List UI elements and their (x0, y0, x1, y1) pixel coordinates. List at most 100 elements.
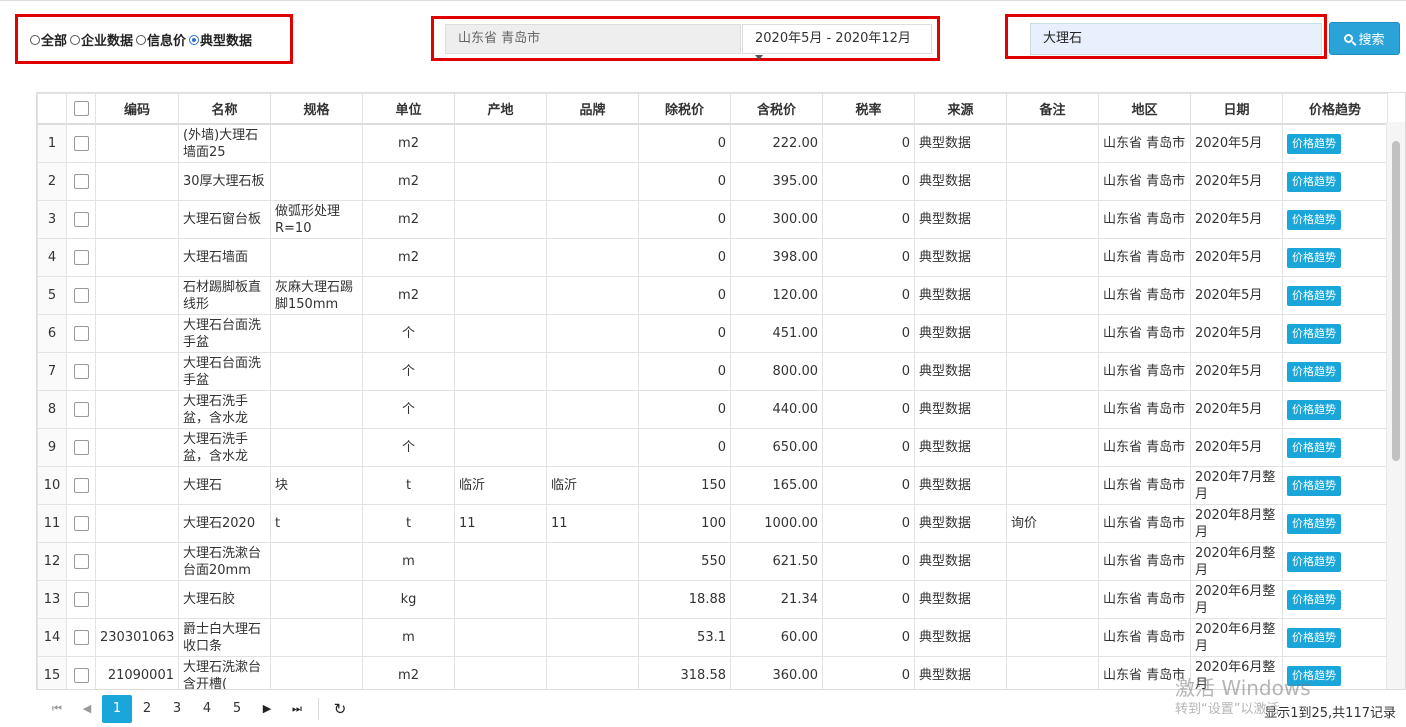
column-header[interactable]: 来源 (914, 93, 1007, 125)
table-row[interactable]: 7 大理石台面洗手盆个 0 800.00 0 典型数据 山东省 青岛市 2020年5月 价格趋势 (37, 352, 1388, 391)
page-button[interactable]: 1 (102, 694, 132, 723)
price-trend-button[interactable]: 价格趋势 (1287, 589, 1341, 610)
price-trend-button[interactable]: 价格趋势 (1287, 171, 1341, 192)
price-trend-button[interactable]: 价格趋势 (1287, 285, 1341, 306)
price-trend-button[interactable]: 价格趋势 (1287, 437, 1341, 458)
select-all-checkbox[interactable] (73, 101, 89, 116)
row-index: 7 (37, 352, 67, 391)
row-checkbox[interactable] (73, 402, 89, 417)
cell-unit: 个 (362, 314, 455, 353)
search-input[interactable]: 大理石 (1030, 23, 1322, 55)
page-button[interactable]: 5 (222, 695, 252, 723)
column-header[interactable]: 规格 (270, 93, 363, 125)
table-row[interactable]: 13 大理石胶 kg 18.88 21.34 0 典型数据 山东省 青岛市 2020年6月整月价… (37, 580, 1388, 619)
cell-origin (454, 200, 547, 239)
column-header[interactable]: 产地 (454, 93, 547, 125)
cell-date: 2020年5月 (1190, 314, 1283, 353)
column-header[interactable]: 地区 (1098, 93, 1191, 125)
filter-radio-label: 信息价 (147, 34, 187, 49)
date-range-picker[interactable]: 2020年5月 - 2020年12月 (742, 24, 932, 54)
cell-spec (270, 238, 363, 277)
column-header[interactable]: 除税价 (638, 93, 731, 125)
price-trend-button[interactable]: 价格趋势 (1287, 247, 1341, 268)
cell-region: 山东省 青岛市 (1098, 200, 1191, 239)
cell-origin (454, 618, 547, 657)
table-row[interactable]: 6 大理石台面洗手盆个 0 451.00 0 典型数据 山东省 青岛市 2020年5月 价格趋势 (37, 314, 1388, 353)
price-trend-button[interactable]: 价格趋势 (1287, 513, 1341, 534)
row-checkbox[interactable] (73, 136, 89, 151)
table-row[interactable]: 9 大理石洗手盆，含水龙个 0 650.00 0 典型数据 山东省 青岛市 2020年5月 价格… (37, 428, 1388, 467)
column-header[interactable]: 名称 (178, 93, 271, 125)
price-trend-button[interactable]: 价格趋势 (1287, 551, 1341, 572)
column-header[interactable]: 单位 (362, 93, 455, 125)
row-checkbox[interactable] (73, 364, 89, 379)
table-row[interactable]: 11 大理石2020 t t 11 11 100 1000.00 0 典型数据 询价 山东省 青岛市 2… (37, 504, 1388, 543)
page-button[interactable]: 2 (132, 695, 162, 723)
cell-pretax: 53.1 (638, 618, 731, 657)
price-trend-button[interactable]: 价格趋势 (1287, 323, 1341, 344)
filter-radio-2[interactable]: 信息价 (136, 30, 186, 49)
filter-radio-0[interactable]: 全部 (30, 30, 67, 49)
cell-unit: m2 (362, 200, 455, 239)
table-row[interactable]: 4 大理石墙面 m2 0 398.00 0 典型数据 山东省 青岛市 2020年5月 价格趋势 (37, 238, 1388, 277)
last-page-icon[interactable]: ⏭ (282, 695, 312, 723)
row-checkbox[interactable] (73, 212, 89, 227)
row-checkbox[interactable] (73, 440, 89, 455)
row-checkbox[interactable] (73, 250, 89, 265)
filter-radio-3[interactable]: 典型数据 (189, 30, 252, 49)
next-page-icon[interactable]: ▶ (252, 695, 282, 723)
table-row[interactable]: 2 30厚大理石板 m2 0 395.00 0 典型数据 山东省 青岛市 2020年5月 价格趋势 (37, 162, 1388, 201)
refresh-icon[interactable]: ↻ (325, 695, 355, 723)
price-trend-button[interactable]: 价格趋势 (1287, 209, 1341, 230)
table-row[interactable]: 12 大理石洗漱台台面20mm m 550 621.50 0 典型数据 山东省 青岛市 2020… (37, 542, 1388, 581)
row-checkbox[interactable] (73, 478, 89, 493)
column-header[interactable]: 编码 (95, 93, 179, 125)
row-index: 4 (37, 238, 67, 277)
region-select[interactable]: 山东省 青岛市 (445, 24, 741, 54)
cell-code (95, 238, 179, 277)
column-header[interactable]: 备注 (1006, 93, 1099, 125)
search-button[interactable]: 搜索 (1329, 22, 1400, 55)
row-checkbox[interactable] (73, 592, 89, 607)
header-select-all (66, 93, 96, 125)
table-row[interactable]: 3 大理石窗台板 做弧形处理R=10 m2 0 300.00 0 典型数据 山东省 青岛市 202… (37, 200, 1388, 239)
page-button[interactable]: 4 (192, 695, 222, 723)
price-trend-button[interactable]: 价格趋势 (1287, 133, 1341, 154)
price-trend-button[interactable]: 价格趋势 (1287, 475, 1341, 496)
cell-origin (454, 162, 547, 201)
cell-spec: t (270, 504, 363, 543)
table-row[interactable]: 14 230301063 爵士白大理石收口条 m 53.1 60.00 0 典型数据 山东省 青… (37, 618, 1388, 657)
row-checkbox[interactable] (73, 516, 89, 531)
price-trend-button[interactable]: 价格趋势 (1287, 361, 1341, 382)
filter-radio-1[interactable]: 企业数据 (70, 30, 133, 49)
price-trend-button[interactable]: 价格趋势 (1287, 399, 1341, 420)
column-header[interactable]: 日期 (1190, 93, 1283, 125)
first-page-icon[interactable]: ⏮ (42, 695, 72, 723)
column-header[interactable]: 税率 (822, 93, 915, 125)
scrollbar-thumb[interactable] (1392, 141, 1400, 461)
cell-origin (454, 656, 547, 689)
row-checkbox[interactable] (73, 288, 89, 303)
cell-unit: m2 (362, 276, 455, 315)
cell-rate: 0 (822, 428, 915, 467)
column-header[interactable]: 品牌 (546, 93, 639, 125)
row-checkbox[interactable] (73, 630, 89, 645)
column-header[interactable]: 含税价 (730, 93, 823, 125)
row-checkbox[interactable] (73, 554, 89, 569)
chevron-down-icon[interactable] (755, 55, 763, 60)
row-checkbox[interactable] (73, 326, 89, 341)
cell-rate: 0 (822, 162, 915, 201)
prev-page-icon[interactable]: ◀ (72, 695, 102, 723)
cell-date: 2020年5月 (1190, 390, 1283, 429)
cell-taxed: 120.00 (730, 276, 823, 315)
column-header[interactable]: 价格趋势 (1282, 93, 1388, 125)
table-row[interactable]: 10 大理石块 t 临沂 临沂 150 165.00 0 典型数据 山东省 青岛市 2020年7月整… (37, 466, 1388, 505)
table-row[interactable]: 5 石材踢脚板直线形 灰麻大理石踢脚150mm m2 0 120.00 0 典型数据 山东省 青… (37, 276, 1388, 315)
table-row[interactable]: 8 大理石洗手盆，含水龙个 0 440.00 0 典型数据 山东省 青岛市 2020年5月 价格… (37, 390, 1388, 429)
table-row[interactable]: 1 (外墙)大理石墙面25 m2 0 222.00 0 典型数据 山东省 青岛市 2020年5月… (37, 123, 1388, 163)
page-button[interactable]: 3 (162, 695, 192, 723)
price-trend-button[interactable]: 价格趋势 (1287, 627, 1341, 648)
pager-info: 显示1到25,共117记录 (1264, 706, 1396, 721)
row-checkbox[interactable] (73, 174, 89, 189)
row-checkbox[interactable] (73, 668, 89, 683)
